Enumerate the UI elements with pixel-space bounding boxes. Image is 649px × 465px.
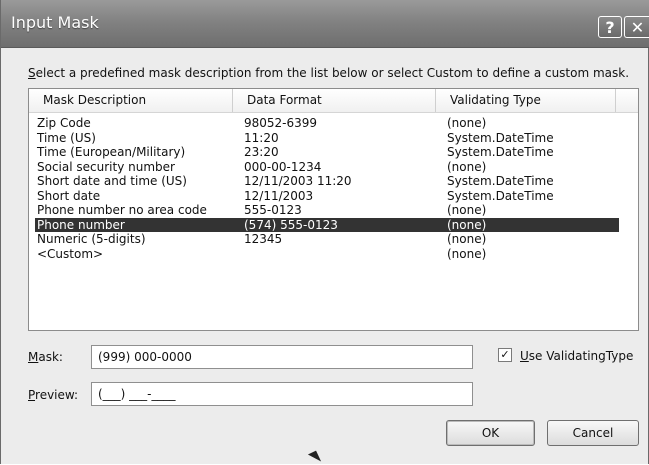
instruction-accesskey: S: [28, 66, 36, 80]
cell-format: 12345: [244, 232, 283, 246]
ok-button[interactable]: OK: [446, 420, 535, 446]
mouse-cursor-icon: [307, 450, 322, 465]
cell-format: 11:20: [244, 130, 279, 145]
list-item[interactable]: Time (European/Military) 23:20 System.Date…: [35, 145, 619, 160]
list-item[interactable]: <Custom> (none): [35, 247, 619, 262]
close-icon: ✕: [630, 17, 645, 37]
use-validating-type-checkbox[interactable]: ✓: [498, 348, 512, 362]
list-item[interactable]: Zip Code 98052-6399 (none): [35, 116, 619, 131]
cell-description: Phone number: [37, 217, 125, 232]
list-item[interactable]: Phone number no area code 555-0123 (none): [35, 203, 619, 218]
cell-format: 98052-6399: [244, 116, 318, 130]
cell-type: (none): [447, 203, 487, 217]
instruction-rest: elect a predefined mask description from…: [35, 66, 630, 80]
title-bar[interactable]: Input Mask ? ✕: [1, 0, 649, 48]
preview-label: Preview:: [28, 388, 79, 402]
column-header-format[interactable]: Data Format: [233, 89, 436, 112]
input-mask-dialog: Input Mask ? ✕ Select a predefined mask …: [0, 0, 649, 465]
list-item[interactable]: Social security number 000-00-1234 (none): [35, 160, 619, 175]
cell-description: Numeric (5-digits): [37, 232, 146, 246]
column-header-description[interactable]: Mask Description: [29, 89, 233, 112]
cell-type: (none): [447, 116, 487, 130]
cell-description: Short date and time (US): [37, 174, 187, 188]
cell-description: Short date: [37, 188, 101, 203]
cancel-button[interactable]: Cancel: [547, 420, 639, 446]
column-header-type[interactable]: Validating Type: [436, 89, 616, 112]
cell-type: (none): [447, 246, 487, 261]
cell-description: Time (US): [37, 130, 96, 145]
mask-list[interactable]: Mask Description Data Format Validating …: [28, 88, 639, 331]
instruction-text: Select a predefined mask description fro…: [28, 66, 629, 80]
cell-format: 000-00-1234: [244, 159, 322, 174]
cell-description: Phone number no area code: [37, 203, 207, 217]
close-button[interactable]: ✕: [624, 16, 649, 38]
cell-type: System.DateTime: [447, 188, 554, 203]
cell-description: Social security number: [37, 159, 175, 174]
list-item[interactable]: Time (US) 11:20 System.DateTime: [35, 131, 619, 146]
list-item[interactable]: Short date 12/11/2003 System.DateTime: [35, 189, 619, 204]
list-item[interactable]: Numeric (5-digits) 12345 (none): [35, 232, 619, 247]
cell-type: (none): [447, 159, 487, 174]
cell-format: (574) 555-0123: [244, 217, 338, 232]
cell-format: 12/11/2003: [244, 188, 314, 203]
list-item[interactable]: Phone number (574) 555-0123 (none): [35, 217, 619, 232]
help-button[interactable]: ?: [598, 16, 622, 38]
cell-format: 555-0123: [244, 203, 302, 217]
cell-type: (none): [447, 232, 487, 246]
checkmark-icon: ✓: [500, 348, 510, 361]
list-item[interactable]: Short date and time (US) 12/11/2003 11:20…: [35, 174, 619, 189]
cell-type: (none): [447, 217, 487, 232]
mask-label: Mask:: [28, 350, 63, 364]
cell-format: 12/11/2003 11:20: [244, 174, 352, 188]
cell-description: Zip Code: [37, 116, 91, 130]
list-rows: Zip Code 98052-6399 (none) Time (US) 11:20 Sy…: [35, 116, 619, 261]
use-validating-type-label[interactable]: Use ValidatingType: [520, 349, 633, 363]
cell-type: System.DateTime: [447, 174, 554, 188]
cell-format: 23:20: [244, 145, 279, 159]
cell-type: System.DateTime: [447, 145, 554, 159]
cell-description: <Custom>: [37, 246, 104, 261]
preview-field: (___) ___-____: [91, 382, 473, 406]
cell-type: System.DateTime: [447, 130, 554, 145]
cell-description: Time (European/Military): [37, 145, 186, 159]
mask-input[interactable]: (999) 000-0000: [91, 345, 473, 369]
help-icon: ?: [605, 17, 615, 37]
list-header: Mask Description Data Format Validating …: [29, 89, 638, 113]
dialog-title: Input Mask: [11, 13, 99, 32]
